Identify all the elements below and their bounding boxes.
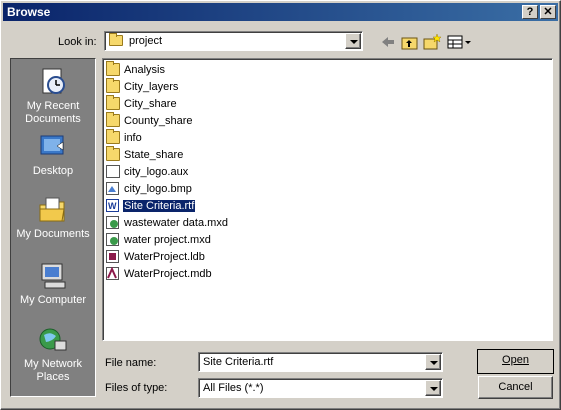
back-arrow-icon xyxy=(382,37,394,47)
list-item[interactable]: wastewater data.mxd xyxy=(106,216,229,232)
word-document-icon: W xyxy=(106,199,120,212)
list-item[interactable]: County_share xyxy=(106,112,194,130)
look-in-dropdown-arrow[interactable] xyxy=(345,33,361,49)
folder-icon xyxy=(106,78,120,93)
views-grid-icon xyxy=(447,35,471,49)
open-button-label: Open xyxy=(502,354,529,366)
my-documents-icon xyxy=(39,197,65,222)
list-item-selected[interactable]: W Site Criteria.rtf xyxy=(106,198,197,215)
file-name-label: File name: xyxy=(105,357,157,369)
place-label: My Computer xyxy=(19,294,87,306)
lock-file-icon xyxy=(106,250,120,263)
place-desktop[interactable]: Desktop xyxy=(11,132,95,178)
browse-dialog: Browse ? ✕ Look in: project My Recent Do… xyxy=(0,0,561,410)
folder-icon xyxy=(106,112,120,127)
folder-icon xyxy=(106,95,120,110)
place-label: Desktop xyxy=(32,165,74,177)
up-folder-icon xyxy=(401,37,418,50)
list-item[interactable]: City_share xyxy=(106,95,178,113)
open-button[interactable]: Open xyxy=(477,349,554,374)
list-item[interactable]: city_logo.bmp xyxy=(106,182,193,198)
network-places-icon xyxy=(39,328,67,351)
new-folder-button[interactable] xyxy=(421,32,443,52)
folder-icon xyxy=(106,129,120,144)
list-item[interactable]: WaterProject.mdb xyxy=(106,266,213,283)
access-database-icon xyxy=(106,266,120,280)
bitmap-file-icon xyxy=(106,182,120,195)
file-list[interactable]: Analysis City_layers City_share County_s… xyxy=(102,58,553,341)
file-name: city_logo.aux xyxy=(124,165,189,178)
list-item[interactable]: WaterProject.ldb xyxy=(106,250,206,266)
map-document-icon xyxy=(106,233,120,246)
file-name: info xyxy=(124,131,142,144)
cancel-button[interactable]: Cancel xyxy=(478,376,553,399)
list-item[interactable]: State_share xyxy=(106,146,184,164)
desktop-icon xyxy=(40,135,64,155)
place-my-computer[interactable]: My Computer xyxy=(11,261,95,307)
look-in-combo[interactable]: project xyxy=(104,31,363,51)
back-button[interactable] xyxy=(377,32,399,52)
dialog-title: Browse xyxy=(7,5,51,19)
file-name: State_share xyxy=(124,148,184,161)
folder-icon xyxy=(109,33,123,46)
file-name: water project.mxd xyxy=(124,233,211,246)
file-name-value: Site Criteria.rtf xyxy=(203,356,274,368)
views-menu-button[interactable] xyxy=(445,32,473,52)
files-of-type-combo[interactable]: All Files (*.*) xyxy=(198,378,443,398)
place-label: My Documents xyxy=(16,228,90,240)
svg-text:W: W xyxy=(108,201,117,211)
place-label: My Network Places xyxy=(23,358,83,383)
file-name-combo[interactable]: Site Criteria.rtf xyxy=(198,352,443,372)
list-item[interactable]: water project.mxd xyxy=(106,233,212,249)
file-name: County_share xyxy=(124,114,193,127)
file-name-dropdown-arrow[interactable] xyxy=(425,354,441,370)
up-one-level-button[interactable] xyxy=(399,32,421,52)
new-folder-icon xyxy=(423,33,442,50)
folder-icon xyxy=(106,61,120,76)
close-button[interactable]: ✕ xyxy=(540,5,556,19)
list-item[interactable]: info xyxy=(106,129,143,147)
file-name: Site Criteria.rtf xyxy=(121,198,197,213)
file-name: Analysis xyxy=(124,63,165,76)
place-label: My Recent Documents xyxy=(25,100,81,125)
map-document-icon xyxy=(106,216,120,229)
file-name: city_logo.bmp xyxy=(124,182,192,195)
files-of-type-value: All Files (*.*) xyxy=(203,382,264,394)
look-in-label: Look in: xyxy=(58,36,97,48)
look-in-value: project xyxy=(129,35,163,47)
file-name: wastewater data.mxd xyxy=(124,216,228,229)
my-computer-icon xyxy=(41,263,66,289)
file-name: City_share xyxy=(124,97,177,110)
help-button[interactable]: ? xyxy=(522,5,538,19)
places-bar: My Recent Documents Desktop My Documents xyxy=(10,58,96,397)
files-of-type-dropdown-arrow[interactable] xyxy=(425,380,441,396)
list-item[interactable]: City_layers xyxy=(106,78,179,96)
generic-file-icon xyxy=(106,165,120,178)
file-name: WaterProject.mdb xyxy=(124,267,212,280)
list-item[interactable]: city_logo.aux xyxy=(106,165,189,181)
place-my-network-places[interactable]: My Network Places xyxy=(11,325,95,384)
title-bar[interactable]: Browse ? ✕ xyxy=(3,3,558,21)
folder-icon xyxy=(106,146,120,161)
files-of-type-label: Files of type: xyxy=(105,382,168,394)
recent-documents-icon xyxy=(42,68,65,94)
file-name: City_layers xyxy=(124,80,179,93)
place-my-recent-documents[interactable]: My Recent Documents xyxy=(11,67,95,126)
file-name: WaterProject.ldb xyxy=(124,250,205,263)
place-my-documents[interactable]: My Documents xyxy=(11,195,95,241)
list-item[interactable]: Analysis xyxy=(106,61,166,79)
